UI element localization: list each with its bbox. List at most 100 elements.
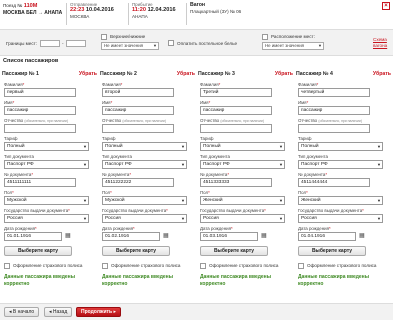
insurance-option[interactable]: Оформление страхового полиса [102, 263, 181, 269]
firstname-input[interactable]: пассажир [102, 106, 174, 115]
berth-select[interactable]: Не имеет значения ▼ [101, 42, 159, 50]
sex-select[interactable]: Женский ▼ [200, 196, 285, 205]
middlename-input[interactable] [102, 124, 174, 133]
required-marker: * [264, 208, 266, 213]
insurance-option[interactable]: Оформление страхового полиса [4, 263, 83, 269]
calendar-icon[interactable]: ▦ [163, 233, 169, 240]
tariff-select[interactable]: Полный ▼ [298, 142, 383, 151]
insurance-option[interactable]: Оформление страхового полиса [200, 263, 279, 269]
country-select[interactable]: Россия ▼ [4, 214, 89, 223]
country-select[interactable]: Россия ▼ [102, 214, 187, 223]
lastname-input[interactable]: второй [102, 88, 174, 97]
lastname-input[interactable]: Третий [200, 88, 272, 97]
train-number: 110М [23, 3, 38, 9]
chevron-down-icon: ▼ [279, 198, 283, 203]
chevron-down-icon: ▼ [83, 144, 87, 149]
country-select[interactable]: Россия ▼ [298, 214, 383, 223]
insurance-checkbox[interactable] [298, 263, 304, 269]
back-button-label: Назад [52, 309, 68, 315]
birth-label: Дата рождения* [102, 226, 135, 231]
choose-card-button[interactable]: Выберите карту [200, 246, 268, 256]
middlename-input[interactable] [200, 124, 272, 133]
sex-select[interactable]: Мужской ▼ [4, 196, 89, 205]
sex-select[interactable]: Мужской ▼ [102, 196, 187, 205]
berth-checkbox[interactable] [101, 34, 107, 40]
birth-label: Дата рождения* [298, 226, 331, 231]
required-marker: * [208, 100, 211, 105]
choose-card-button[interactable]: Выберите карту [102, 246, 170, 256]
insurance-checkbox[interactable] [102, 263, 108, 269]
docnum-input[interactable]: 4511222222 [102, 178, 174, 187]
doctype-select[interactable]: Паспорт РФ ▼ [200, 160, 285, 169]
linen-checkbox[interactable] [168, 40, 174, 46]
firstname-label: Имя* [4, 100, 14, 105]
country-select[interactable]: Россия ▼ [200, 214, 285, 223]
required-marker: * [306, 190, 308, 195]
field-label-text: Тариф [102, 136, 116, 141]
place-select[interactable]: Не имеет значения ▼ [262, 42, 324, 50]
insurance-option[interactable]: Оформление страхового полиса [298, 263, 377, 269]
chevron-down-icon: ▼ [181, 216, 185, 221]
docnum-input[interactable]: 4511444444 [298, 178, 370, 187]
seats-dash: - [62, 41, 64, 46]
sex-label: Пол* [298, 190, 308, 195]
close-icon[interactable]: × [382, 2, 390, 10]
doctype-select[interactable]: Паспорт РФ ▼ [102, 160, 187, 169]
field-label-text: Отчество [200, 118, 220, 123]
docnum-input[interactable]: 4511333333 [200, 178, 272, 187]
back-button[interactable]: ◂ Назад [44, 307, 73, 317]
tariff-select[interactable]: Полный ▼ [200, 142, 285, 151]
firstname-input[interactable]: пассажир [4, 106, 76, 115]
route: МОСКВА БЕЛ → АНАПА [3, 10, 63, 16]
insurance-checkbox[interactable] [200, 263, 206, 269]
seat-from-input[interactable] [40, 40, 60, 47]
middlename-input[interactable] [298, 124, 370, 133]
birth-input[interactable]: 01.01.1916 [4, 232, 62, 241]
required-marker: * [166, 208, 168, 213]
field-label-text: Дата рождения [4, 226, 35, 231]
docnum-label: № документа* [200, 172, 229, 177]
field-label-text: Государство выдачи документа [200, 208, 265, 213]
doctype-select[interactable]: Паспорт РФ ▼ [4, 160, 89, 169]
train-label: Поезд № [3, 3, 23, 8]
scheme-link[interactable]: Схема вагона [373, 37, 391, 48]
choose-card-button[interactable]: Выберите карту [4, 246, 72, 256]
remove-passenger-link[interactable]: Убрать [177, 71, 195, 77]
tariff-select[interactable]: Полный ▼ [102, 142, 187, 151]
firstname-input[interactable]: пассажир [200, 106, 272, 115]
lastname-input[interactable]: первый [4, 88, 76, 97]
field-label-text: Фамилия [102, 82, 121, 87]
required-marker: * [316, 82, 319, 87]
remove-passenger-link[interactable]: Убрать [373, 71, 391, 77]
field-label-text: Дата рождения [102, 226, 133, 231]
birth-input[interactable]: 01.03.1916 [200, 232, 258, 241]
field-label-text: Отчество [102, 118, 122, 123]
chevron-down-icon: ▼ [83, 162, 87, 167]
required-marker: * [34, 226, 37, 231]
remove-passenger-link[interactable]: Убрать [275, 71, 293, 77]
calendar-icon[interactable]: ▦ [65, 233, 71, 240]
field-label-text: Государство выдачи документа [4, 208, 69, 213]
place-checkbox[interactable] [262, 34, 268, 40]
calendar-icon[interactable]: ▦ [359, 233, 365, 240]
insurance-checkbox[interactable] [4, 263, 10, 269]
required-marker: Паспорт РФ [203, 162, 230, 167]
field-label-text: Оформление страхового полиса [209, 263, 279, 269]
remove-passenger-link[interactable]: Убрать [79, 71, 97, 77]
doctype-select[interactable]: Паспорт РФ ▼ [298, 160, 383, 169]
middlename-input[interactable] [4, 124, 76, 133]
chevron-down-icon: ▼ [181, 162, 185, 167]
tariff-select[interactable]: Полный ▼ [4, 142, 89, 151]
birth-input[interactable]: 01.02.1916 [102, 232, 160, 241]
sex-select[interactable]: Женский ▼ [298, 196, 383, 205]
calendar-icon[interactable]: ▦ [261, 233, 267, 240]
birth-input[interactable]: 01.04.1916 [298, 232, 356, 241]
continue-button[interactable]: Продолжить ▸ [76, 307, 121, 317]
seat-to-input[interactable] [66, 40, 86, 47]
docnum-input[interactable]: 4511111111 [4, 178, 76, 187]
doctype-label: Тип документа [4, 154, 34, 159]
start-button[interactable]: ◂ В начало [4, 307, 40, 317]
choose-card-button[interactable]: Выберите карту [298, 246, 366, 256]
firstname-input[interactable]: пассажир [298, 106, 370, 115]
lastname-input[interactable]: четвертый [298, 88, 370, 97]
